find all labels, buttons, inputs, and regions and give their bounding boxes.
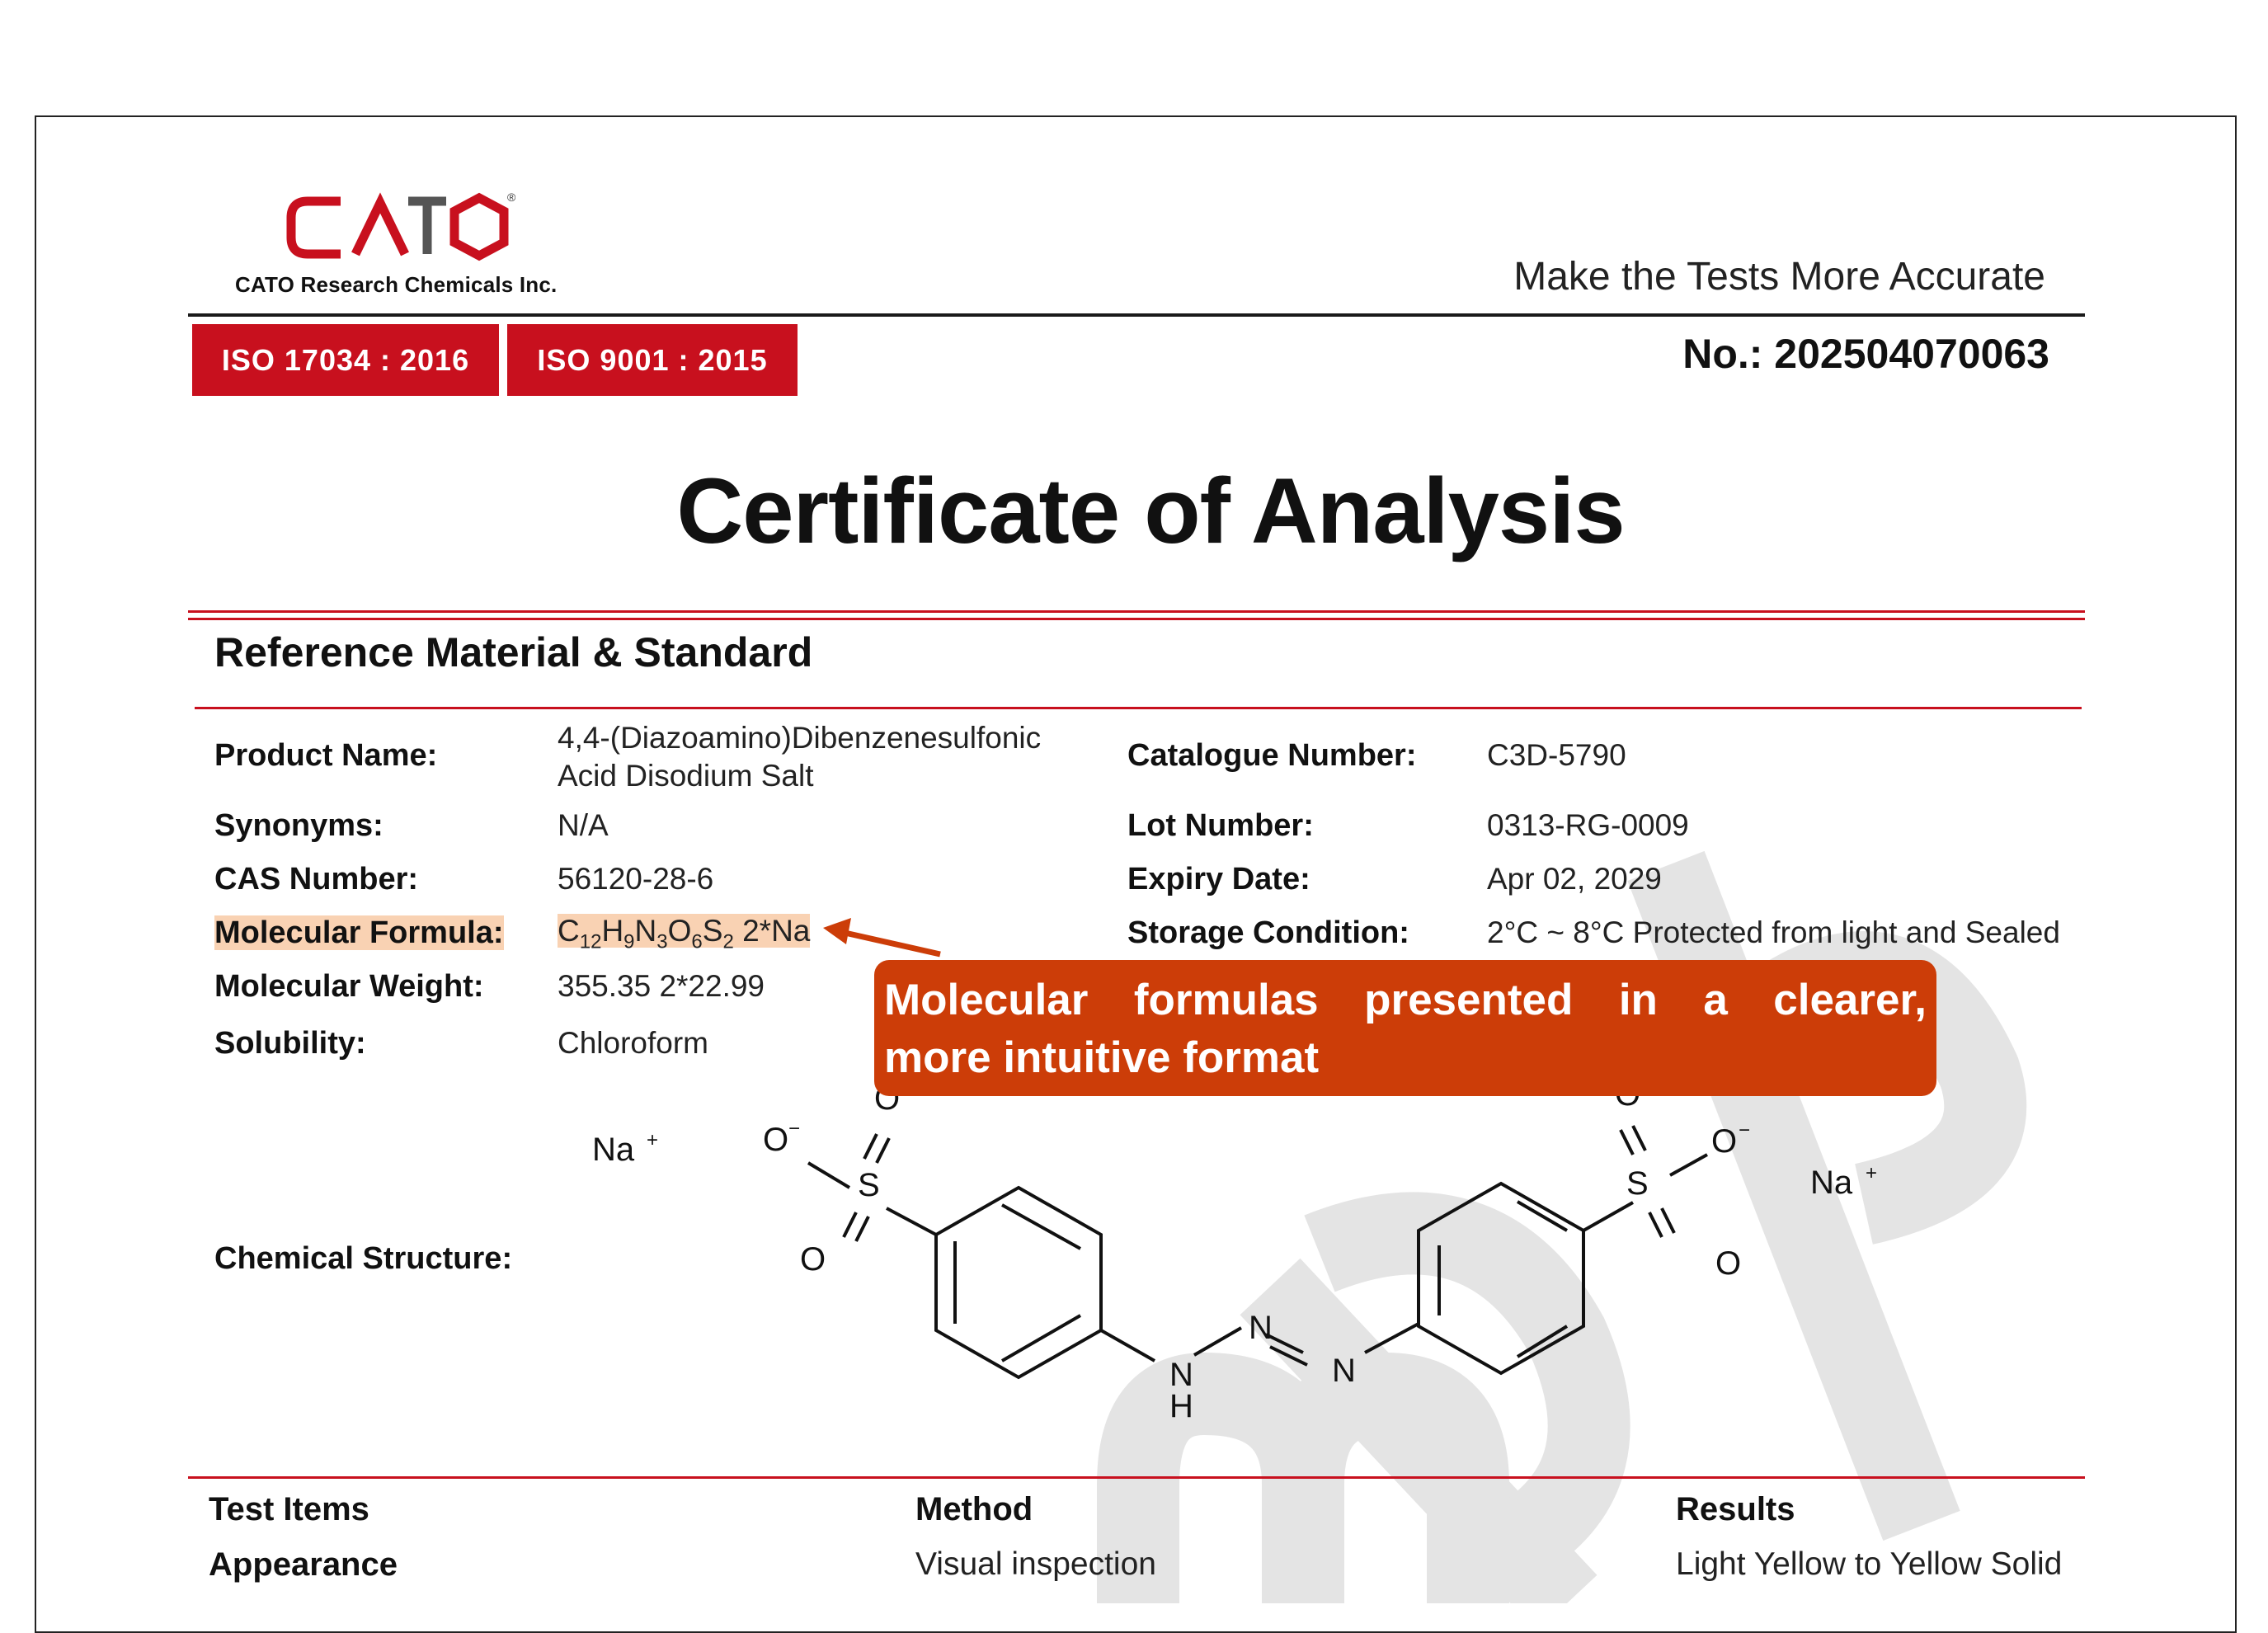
- structure-label: Chemical Structure:: [214, 1241, 513, 1276]
- synonyms-value: N/A: [558, 808, 609, 842]
- annotation-callout: Molecular formulas presented in a cleare…: [874, 960, 1936, 1096]
- formula-label-text: Molecular Formula:: [214, 915, 504, 950]
- na-left: Na: [592, 1132, 635, 1168]
- iso-17034-badge: ISO 17034 : 2016: [192, 324, 499, 396]
- n-middle: N: [1249, 1310, 1273, 1346]
- h-left: H: [1169, 1388, 1193, 1424]
- cas-value: 56120-28-6: [558, 862, 714, 896]
- callout-line-1: Molecular formulas presented in a cleare…: [884, 972, 1927, 1029]
- company-name: CATO Research Chemicals Inc.: [235, 272, 558, 297]
- callout-word: formulas: [1133, 976, 1319, 1024]
- iso-9001-badge: ISO 9001 : 2015: [507, 324, 798, 396]
- page-title: Certificate of Analysis: [676, 459, 1625, 562]
- table-header-method: Method: [915, 1491, 1033, 1527]
- o-left-bottom: O: [800, 1241, 826, 1278]
- formula-value: C12H9N3O6S2 2*Na: [558, 914, 811, 953]
- s-right: S: [1626, 1165, 1649, 1202]
- title-rule-2: [188, 618, 2085, 620]
- callout-word: Molecular: [884, 976, 1089, 1024]
- product-name-value: 4,4-(Diazoamino)Dibenzenesulfonic Acid D…: [558, 719, 1041, 795]
- o-left-minus: O: [763, 1122, 788, 1158]
- table-header-test-items: Test Items: [209, 1491, 369, 1527]
- expiry-value: Apr 02, 2029: [1487, 862, 1662, 896]
- row-appearance-item: Appearance: [209, 1546, 398, 1583]
- formula-text: C12H9N3O6S2 2*Na: [558, 914, 811, 953]
- product-name-label: Product Name:: [214, 738, 438, 773]
- o-right-charge: −: [1739, 1119, 1750, 1141]
- document-number: No.: 202504070063: [1682, 331, 2049, 377]
- product-name-line-1: 4,4-(Diazoamino)Dibenzenesulfonic: [558, 721, 1042, 755]
- callout-word: clearer,: [1773, 976, 1927, 1024]
- catalogue-value: C3D-5790: [1487, 738, 1626, 772]
- svg-text:®: ®: [507, 191, 515, 204]
- callout-line-2: more intuitive format: [884, 1033, 1320, 1082]
- table-header-results: Results: [1676, 1491, 1795, 1527]
- table-top-rule: [188, 1476, 2085, 1479]
- row-appearance-result: Light Yellow to Yellow Solid: [1676, 1546, 2063, 1582]
- slogan: Make the Tests More Accurate: [1513, 255, 2045, 299]
- na-right: Na: [1810, 1165, 1853, 1201]
- storage-value: 2°C ~ 8°C Protected from light and Seale…: [1487, 915, 2060, 949]
- callout-word: in: [1618, 976, 1658, 1024]
- callout-word: a: [1703, 976, 1728, 1024]
- mw-label: Molecular Weight:: [214, 969, 484, 1004]
- callout-word: presented: [1364, 976, 1574, 1024]
- solubility-value: Chloroform: [558, 1026, 708, 1060]
- lot-value: 0313-RG-0009: [1487, 808, 1689, 842]
- row-appearance-method: Visual inspection: [915, 1546, 1156, 1582]
- synonyms-label: Synonyms:: [214, 808, 383, 843]
- chemical-structure: Na + O − O S O N H N N O S O − O Na +: [592, 1076, 1877, 1424]
- section-title: Reference Material & Standard: [214, 629, 813, 675]
- formula-label: Molecular Formula:: [214, 915, 504, 951]
- expiry-label: Expiry Date:: [1127, 862, 1310, 897]
- cas-label: CAS Number:: [214, 862, 419, 897]
- o-right-minus: O: [1711, 1123, 1737, 1160]
- section-rule: [195, 707, 2082, 709]
- cato-logo-mark: ®: [286, 191, 516, 261]
- n-right: N: [1332, 1353, 1356, 1389]
- na-right-charge: +: [1866, 1162, 1877, 1184]
- cato-logo: ®: [285, 191, 516, 270]
- product-name-line-2: Acid Disodium Salt: [558, 759, 814, 793]
- storage-label: Storage Condition:: [1127, 915, 1409, 950]
- header-rule: [188, 313, 2085, 317]
- o-left-charge: −: [788, 1118, 800, 1140]
- solubility-label: Solubility:: [214, 1026, 366, 1061]
- na-left-charge: +: [647, 1129, 658, 1151]
- formula-suffix: 2*Na: [742, 914, 811, 948]
- callout-arrow-icon: [823, 918, 941, 958]
- catalogue-label: Catalogue Number:: [1127, 738, 1417, 773]
- lot-label: Lot Number:: [1127, 808, 1314, 843]
- title-rule-1: [188, 610, 2085, 613]
- s-left: S: [858, 1167, 880, 1203]
- o-right-bottom: O: [1715, 1245, 1741, 1282]
- mw-value: 355.35 2*22.99: [558, 969, 765, 1003]
